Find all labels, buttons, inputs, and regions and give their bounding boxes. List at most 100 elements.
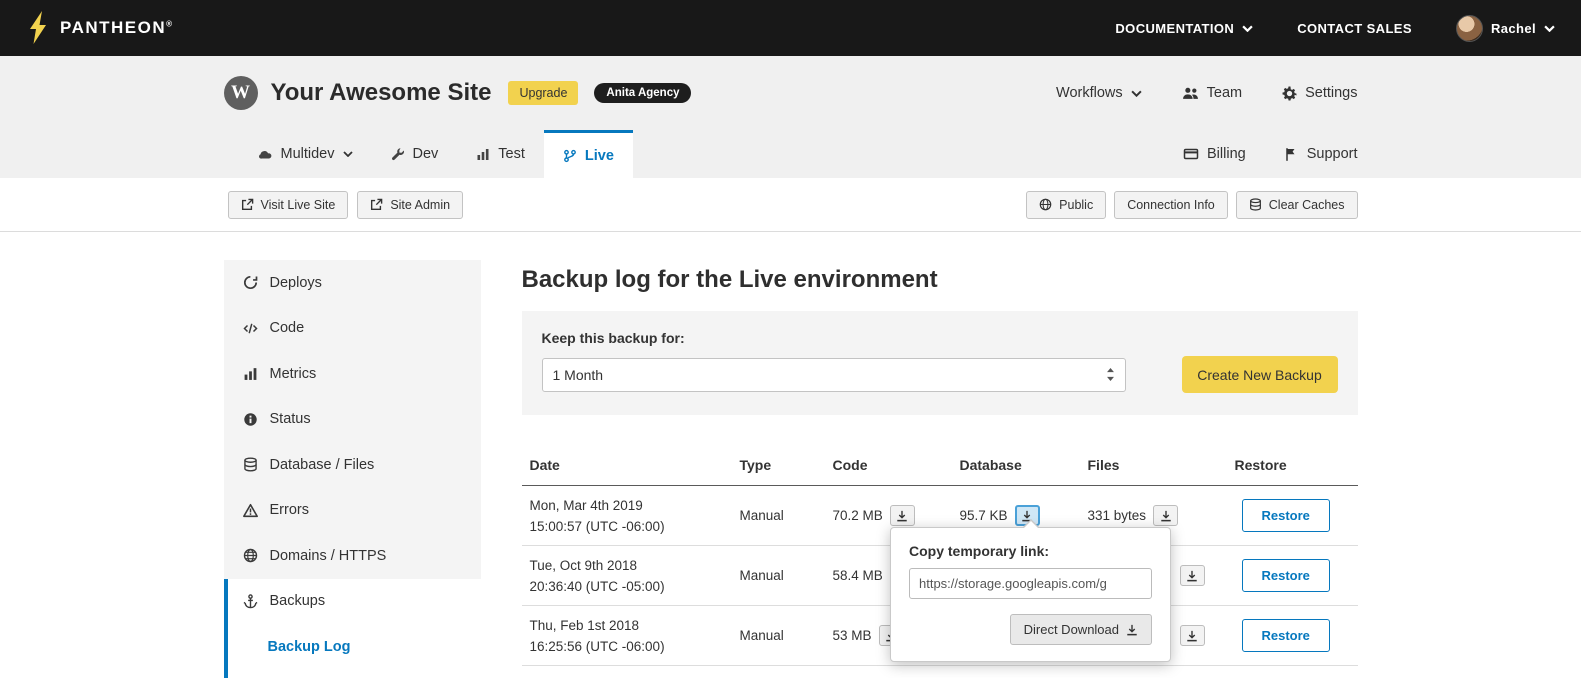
team-button[interactable]: Team (1182, 85, 1242, 101)
backup-date: Mon, Mar 4th 2019 15:00:57 (UTC -06:00) (522, 495, 732, 537)
download-files-button[interactable] (1180, 625, 1205, 646)
code-icon (242, 321, 259, 336)
files-size: 331 bytes (1088, 508, 1147, 523)
tab-test[interactable]: Test (457, 130, 544, 178)
external-link-icon (370, 198, 383, 211)
direct-download-label: Direct Download (1024, 622, 1119, 637)
sidebar-item-database-files[interactable]: Database / Files (224, 442, 481, 488)
team-icon (1182, 86, 1199, 101)
popover-title: Copy temporary link: (909, 543, 1152, 559)
git-branch-icon (563, 149, 577, 163)
retention-select[interactable]: 1 Month (542, 358, 1126, 392)
restore-button[interactable]: Restore (1242, 559, 1330, 592)
tab-multidev-label: Multidev (281, 146, 335, 162)
site-title: Your Awesome Site (271, 79, 492, 107)
restore-button[interactable]: Restore (1242, 619, 1330, 652)
sidebar-item-label: Code (270, 320, 305, 336)
documentation-menu[interactable]: DOCUMENTATION (1115, 21, 1253, 36)
restore-cell: Restore (1227, 619, 1358, 652)
tab-test-label: Test (498, 146, 525, 162)
site-header: W Your Awesome Site Upgrade Anita Agency… (0, 56, 1581, 178)
tab-live[interactable]: Live (544, 130, 633, 178)
backup-type: Manual (732, 508, 825, 523)
clear-caches-button[interactable]: Clear Caches (1236, 191, 1358, 219)
visit-live-site-button[interactable]: Visit Live Site (228, 191, 349, 219)
backup-type: Manual (732, 628, 825, 643)
public-button[interactable]: Public (1026, 191, 1106, 219)
site-admin-label: Site Admin (390, 198, 450, 212)
anchor-icon (242, 594, 259, 609)
workflows-menu[interactable]: Workflows (1056, 85, 1142, 101)
sidebar-item-errors[interactable]: Errors (224, 488, 481, 534)
contact-sales-link[interactable]: CONTACT SALES (1297, 21, 1412, 36)
backup-date: Thu, Feb 1st 2018 16:25:56 (UTC -06:00) (522, 615, 732, 657)
sidebar-item-label: Status (270, 411, 311, 427)
restore-cell: Restore (1227, 499, 1358, 532)
clear-caches-label: Clear Caches (1269, 198, 1345, 212)
code-size: 58.4 MB (833, 568, 883, 583)
restore-button[interactable]: Restore (1242, 499, 1330, 532)
pantheon-brand[interactable]: PANTHEON® (26, 11, 174, 45)
code-size: 70.2 MB (833, 508, 883, 523)
chevron-down-icon (1131, 90, 1142, 97)
sidebar-item-metrics[interactable]: Metrics (224, 351, 481, 397)
environment-tabs: Multidev Dev Test (224, 130, 1358, 178)
public-label: Public (1059, 198, 1093, 212)
action-bar: Visit Live Site Site Admin Public Connec… (0, 178, 1581, 232)
sidebar-item-code[interactable]: Code (224, 306, 481, 352)
refresh-icon (242, 275, 259, 290)
team-label: Team (1207, 85, 1242, 101)
site-title-row: W Your Awesome Site Upgrade Anita Agency… (224, 56, 1358, 130)
create-new-backup-button[interactable]: Create New Backup (1182, 356, 1338, 393)
workflows-label: Workflows (1056, 85, 1123, 101)
connection-info-button[interactable]: Connection Info (1114, 191, 1228, 219)
sidebar-item-domains-https[interactable]: Domains / HTTPS (224, 533, 481, 579)
keep-backup-label: Keep this backup for: (542, 330, 1338, 346)
chevron-down-icon (343, 151, 353, 157)
sidebar-item-status[interactable]: Status (224, 397, 481, 443)
tab-live-label: Live (585, 148, 614, 164)
chevron-down-icon (1242, 25, 1253, 32)
external-link-icon (241, 198, 254, 211)
registered-mark: ® (166, 19, 173, 28)
download-files-button[interactable] (1153, 505, 1178, 526)
pantheon-logo-icon (26, 11, 50, 45)
create-backup-panel: Keep this backup for: 1 Month Create New… (522, 311, 1358, 415)
metrics-icon (242, 366, 259, 381)
col-date: Date (522, 451, 732, 485)
col-restore: Restore (1227, 451, 1358, 485)
database-size: 95.7 KB (960, 508, 1008, 523)
billing-label: Billing (1207, 146, 1246, 162)
tab-dev-label: Dev (413, 146, 439, 162)
temporary-link-input[interactable] (909, 568, 1152, 599)
page-title: Backup log for the Live environment (522, 266, 1358, 294)
select-arrows-icon (1106, 368, 1115, 381)
code-size: 53 MB (833, 628, 872, 643)
topbar-right: DOCUMENTATION CONTACT SALES Rachel (1115, 15, 1555, 42)
support-link[interactable]: Support (1284, 146, 1358, 162)
sidebar-item-label: Backups (270, 593, 326, 609)
download-code-button[interactable] (890, 505, 915, 526)
support-label: Support (1307, 146, 1358, 162)
sidebar-item-label: Database / Files (270, 457, 375, 473)
sidebar-item-label: Errors (270, 502, 309, 518)
download-files-button[interactable] (1180, 565, 1205, 586)
documentation-label: DOCUMENTATION (1115, 21, 1234, 36)
sidebar-item-deploys[interactable]: Deploys (224, 260, 481, 306)
tab-dev[interactable]: Dev (372, 130, 458, 178)
avatar (1456, 15, 1483, 42)
contact-sales-label: CONTACT SALES (1297, 21, 1412, 36)
billing-link[interactable]: Billing (1183, 146, 1246, 162)
sidebar-item-backup-log[interactable]: Backup Log (224, 624, 481, 670)
tab-multidev[interactable]: Multidev (238, 130, 372, 178)
upgrade-badge[interactable]: Upgrade (508, 81, 578, 105)
user-menu[interactable]: Rachel (1456, 15, 1555, 42)
retention-value: 1 Month (553, 367, 604, 383)
site-admin-button[interactable]: Site Admin (357, 191, 463, 219)
backup-type: Manual (732, 568, 825, 583)
info-icon (242, 412, 259, 427)
direct-download-button[interactable]: Direct Download (1010, 614, 1152, 645)
sidebar-item-backups[interactable]: Backups (224, 579, 481, 625)
settings-button[interactable]: Settings (1282, 85, 1357, 101)
site-actions: Workflows Team Settings (1056, 85, 1357, 101)
